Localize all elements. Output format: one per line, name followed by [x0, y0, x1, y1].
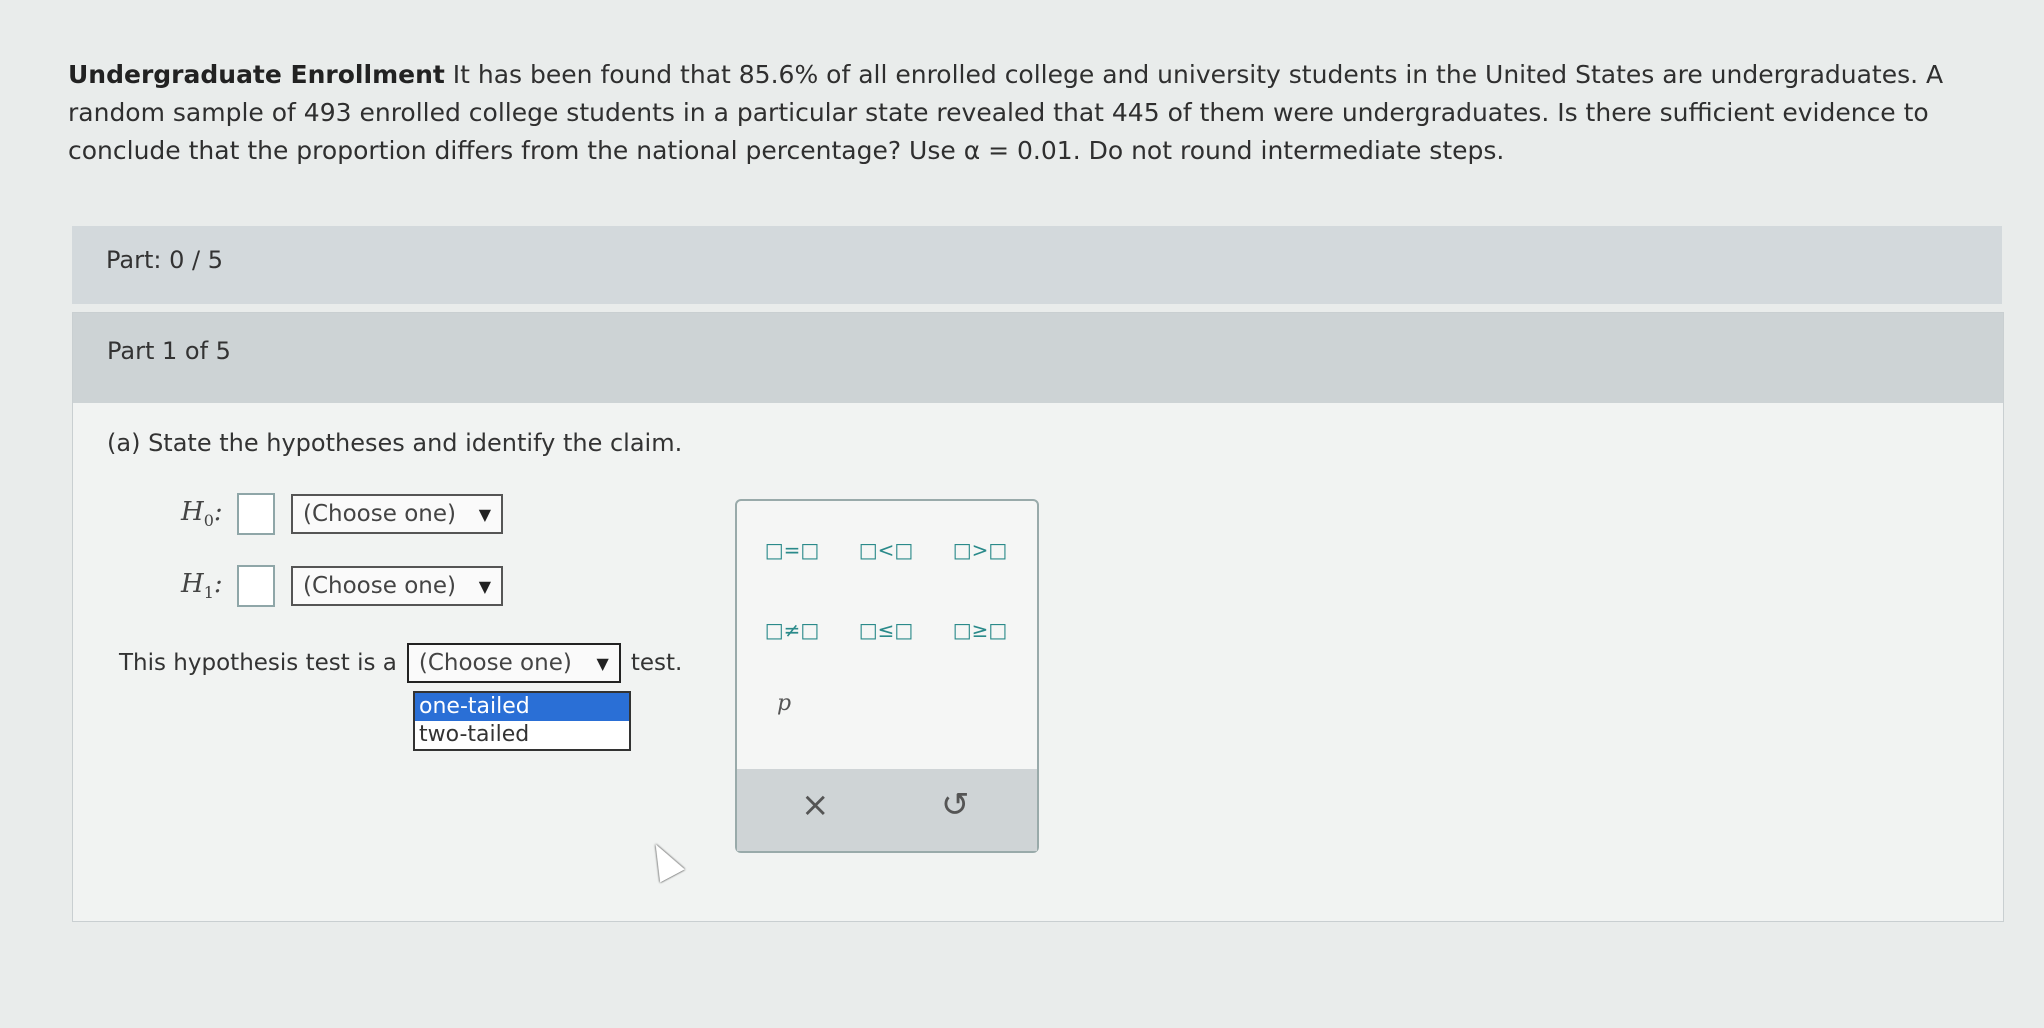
equals-button[interactable]: □=□ — [759, 533, 825, 567]
problem-alpha: α = 0.01 — [963, 136, 1073, 165]
question-text: (a) State the hypotheses and identify th… — [107, 429, 683, 457]
part-header: Part 1 of 5 — [73, 313, 2003, 403]
test-type-prefix: This hypothesis test is a — [119, 650, 397, 676]
not-equal-button[interactable]: □≠□ — [759, 613, 825, 647]
h1-answer-box[interactable] — [237, 565, 275, 607]
h0-answer-box[interactable] — [237, 493, 275, 535]
problem-percentage: 85.6% — [738, 60, 819, 89]
test-type-select[interactable]: (Choose one) ▼ — [406, 643, 621, 683]
h0-claim-select[interactable]: (Choose one) ▼ — [291, 494, 503, 534]
problem-sample-size: 493 — [303, 98, 352, 127]
h1-label: H1: — [181, 569, 223, 603]
option-one-tailed[interactable]: one-tailed — [415, 693, 629, 721]
less-equal-button[interactable]: □≤□ — [853, 613, 919, 647]
h1-claim-select[interactable]: (Choose one) ▼ — [291, 566, 503, 606]
chevron-down-icon: ▼ — [478, 504, 491, 524]
problem-count: 445 — [1111, 98, 1160, 127]
part-progress-bar: Part: 0 / 5 — [72, 226, 2002, 304]
problem-title: Undergraduate Enrollment — [68, 60, 445, 89]
test-type-select-value: (Choose one) — [418, 650, 572, 676]
h0-select-value: (Choose one) — [303, 501, 456, 527]
test-type-dropdown: one-tailed two-tailed — [413, 691, 631, 751]
h0-row: H0: (Choose one) ▼ — [181, 491, 503, 537]
undo-icon[interactable]: ↺ — [941, 785, 970, 825]
test-type-row: This hypothesis test is a (Choose one) ▼… — [119, 643, 682, 683]
part-header-label: Part 1 of 5 — [107, 337, 231, 365]
page: Undergraduate Enrollment It has been fou… — [0, 0, 2044, 1028]
math-palette: □=□ □<□ □>□ □≠□ □≤□ □≥□ p × ↺ — [735, 499, 1039, 853]
h1-row: H1: (Choose one) ▼ — [181, 563, 503, 609]
test-type-suffix: test. — [630, 650, 683, 676]
greater-equal-button[interactable]: □≥□ — [947, 613, 1013, 647]
part-progress-label: Part: 0 / 5 — [106, 246, 223, 274]
option-two-tailed[interactable]: two-tailed — [415, 721, 629, 749]
problem-statement: Undergraduate Enrollment It has been fou… — [68, 56, 1988, 170]
palette-footer: × ↺ — [737, 769, 1037, 851]
problem-text: It has been found that — [444, 60, 739, 89]
problem-text: enrolled college students in a particula… — [351, 98, 1112, 127]
part-panel: Part 1 of 5 (a) State the hypotheses and… — [72, 312, 2004, 922]
clear-icon[interactable]: × — [801, 785, 830, 825]
variable-p-button[interactable]: p — [777, 691, 791, 716]
h1-select-value: (Choose one) — [303, 573, 456, 599]
problem-text: . Do not round intermediate steps. — [1072, 136, 1505, 165]
greater-than-button[interactable]: □>□ — [947, 533, 1013, 567]
less-than-button[interactable]: □<□ — [853, 533, 919, 567]
h0-label: H0: — [181, 497, 223, 531]
chevron-down-icon: ▼ — [478, 576, 491, 596]
chevron-down-icon: ▼ — [596, 653, 609, 673]
